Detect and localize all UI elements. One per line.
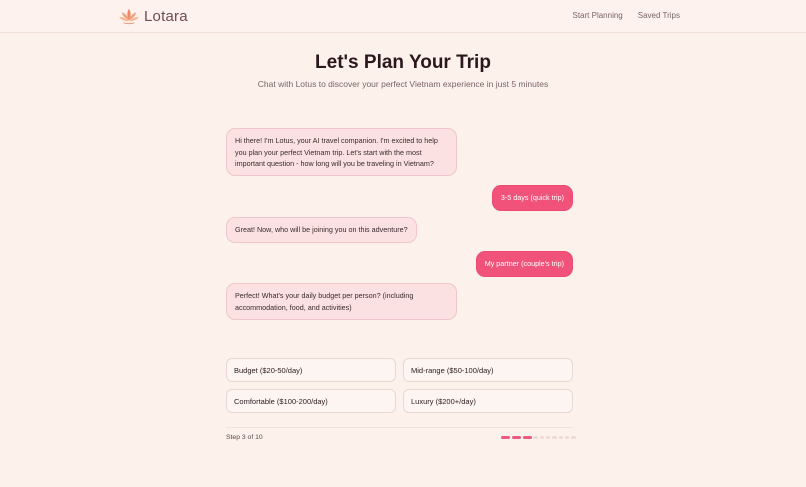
option-luxury[interactable]: Luxury ($200+/day) [403,389,573,413]
page-subtitle: Chat with Lotus to discover your perfect… [257,79,549,89]
option-comfortable[interactable]: Comfortable ($100-200/day) [226,389,396,413]
brand-logo[interactable]: Lotara [118,6,188,26]
progress-segment [552,436,557,439]
progress-segment [539,436,545,439]
nav-saved-trips[interactable]: Saved Trips [638,11,680,20]
progress-segment [558,436,564,439]
option-budget[interactable]: Budget ($20-50/day) [226,358,396,382]
page-title: Let's Plan Your Trip [315,52,491,73]
user-message: 3-5 days (quick trip) [491,185,573,211]
bot-message: Hi there! I'm Lotus, your AI travel comp… [226,128,457,176]
lotus-icon [119,8,139,25]
step-indicator: Step 3 of 10 [226,434,263,441]
progress-segment [564,436,570,439]
progress-segment [533,436,538,439]
progress-segment [511,436,521,439]
top-nav: Start Planning Saved Trips [572,11,680,20]
progress-segment [545,436,551,439]
option-mid-range[interactable]: Mid-range ($50-100/day) [403,358,573,382]
brand-name: Lotara [144,7,188,25]
user-message: My partner (couple's trip) [475,251,573,277]
progress-bar [501,436,576,439]
progress-segment [522,436,532,439]
progress-segment [571,436,576,439]
nav-start-planning[interactable]: Start Planning [572,11,622,20]
bot-message: Perfect! What's your daily budget per pe… [226,283,457,320]
divider [226,427,573,428]
top-header: Lotara Start Planning Saved Trips [0,0,806,33]
bot-message: Great! Now, who will be joining you on t… [226,217,417,243]
progress-segment [501,436,510,439]
